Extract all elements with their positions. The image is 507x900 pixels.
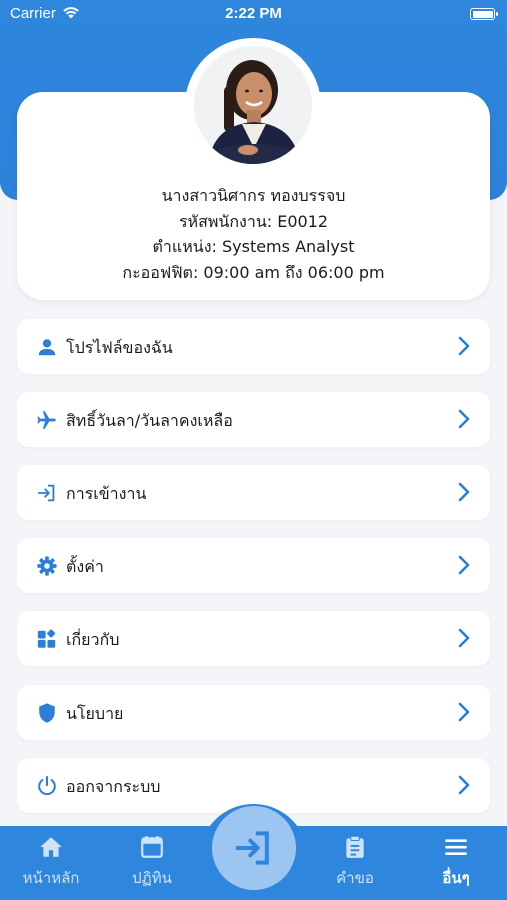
chevron-right-icon [458,628,470,648]
menu-label: นโยบาย [66,704,124,723]
person-icon [38,339,56,356]
power-icon [38,775,56,796]
menu-item-policy[interactable]: นโยบาย [17,685,490,740]
menu-label: เกี่ยวกับ [66,630,120,649]
avatar[interactable] [194,46,312,164]
employee-photo-icon [194,46,312,164]
nav-home[interactable]: หน้าหลัก [11,834,91,890]
login-icon [37,484,55,502]
shield-icon [39,703,55,723]
nav-calendar[interactable]: ปฏิทิน [112,834,192,890]
calendar-icon [141,836,163,858]
employee-name: นางสาวนิศากร ทองบรรจบ [161,186,346,205]
nav-home-label: หน้าหลัก [22,869,80,887]
nav-more-label: อื่นๆ [442,869,470,887]
employee-id: รหัสพนักงาน: E0012 [178,211,329,231]
home-icon [40,837,62,857]
menu-label: ตั้งค่า [66,557,104,576]
menu-icon [445,839,467,856]
clock: 2:22 PM [225,5,282,22]
menu-label: ออกจากระบบ [66,777,161,796]
nav-requests[interactable]: คำขอ [315,834,395,890]
chevron-right-icon [458,702,470,722]
chevron-right-icon [458,336,470,356]
clipboard-icon [346,835,364,858]
login-icon [235,831,269,865]
chevron-right-icon [458,409,470,429]
widgets-icon [37,629,56,648]
menu-item-settings[interactable]: ตั้งค่า [17,538,490,593]
menu-item-about[interactable]: เกี่ยวกับ [17,611,490,666]
airplane-icon [37,411,56,429]
office-hours: กะออฟฟิต: 09:00 am ถึง 06:00 pm [122,262,385,282]
nav-more[interactable]: อื่นๆ [416,834,496,890]
menu-label: การเข้างาน [66,484,147,503]
check-in-button[interactable] [212,806,296,890]
chevron-right-icon [458,482,470,502]
menu-label: สิทธิ์วันลา/วันลาคงเหลือ [66,411,233,430]
menu-item-attendance[interactable]: การเข้างาน [17,465,490,520]
menu-label: โปรไฟล์ของฉัน [66,338,173,357]
profile-info: นางสาวนิศากร ทองบรรจบ รหัสพนักงาน: E0012… [17,183,490,285]
chevron-right-icon [458,555,470,575]
nav-calendar-label: ปฏิทิน [132,869,172,887]
status-bar: Carrier 2:22 PM [0,0,507,30]
nav-requests-label: คำขอ [336,869,374,887]
chevron-right-icon [458,775,470,795]
menu-item-leave-balance[interactable]: สิทธิ์วันลา/วันลาคงเหลือ [17,392,490,447]
battery-icon [470,8,498,20]
employee-position: ตำแหน่ง: Systems Analyst [152,237,355,256]
gear-icon [37,556,57,576]
menu-item-my-profile[interactable]: โปรไฟล์ของฉัน [17,319,490,374]
